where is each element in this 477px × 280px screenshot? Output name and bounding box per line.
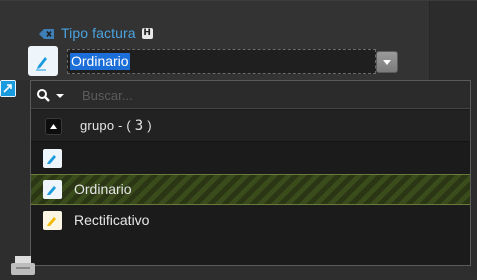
clear-icon[interactable] [39,27,55,39]
dropdown-footer [31,236,470,265]
selected-value: Ordinario [70,53,130,70]
pencil-icon [28,46,58,76]
printer-icon[interactable] [8,253,38,275]
dropdown-arrow-button[interactable] [376,51,398,73]
pencil-icon [43,180,62,199]
option-empty[interactable] [31,143,470,174]
group-name: grupo [80,118,115,133]
right-gutter [471,80,477,275]
top-divider [0,0,477,1]
field-label: Tipo factura [61,25,136,41]
group-label: grupo - ( 3 ) [80,118,152,134]
field-label-row: Tipo factura H [39,24,153,42]
external-link-icon[interactable] [0,80,16,97]
group-close: ) [143,118,152,133]
option-label: Ordinario [74,181,132,197]
search-icon[interactable] [36,88,68,104]
pencil-icon [43,149,62,168]
form-panel-side [430,0,477,80]
tipo-factura-select[interactable]: Ordinario [67,49,376,74]
help-badge[interactable]: H [141,27,153,39]
search-input[interactable] [76,84,466,106]
option-label: Rectificativo [74,212,150,228]
group-separator: - ( [114,118,135,133]
collapse-group-icon[interactable] [45,118,62,135]
pencil-icon [43,211,62,230]
